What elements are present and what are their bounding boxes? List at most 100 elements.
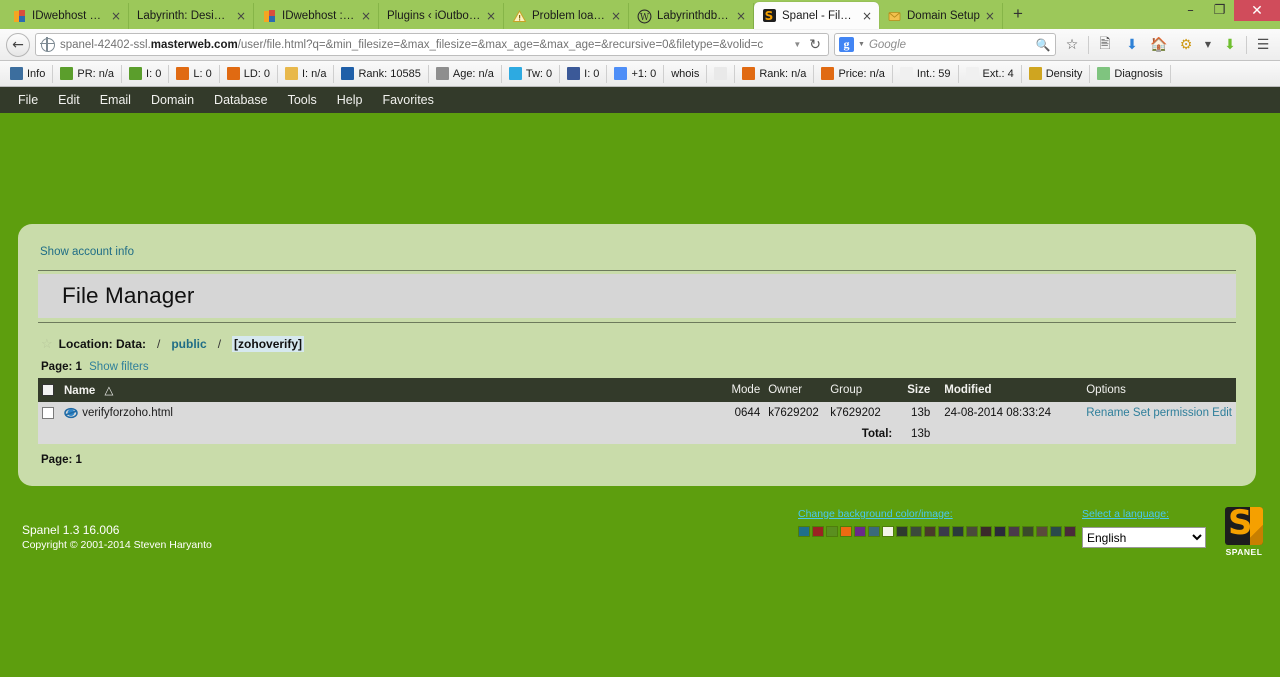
background-swatch-15[interactable] [1008, 526, 1020, 537]
browser-tab-1[interactable]: IDwebhost We... × [4, 3, 129, 29]
seo-item-10[interactable]: +1: 0 [607, 64, 665, 83]
column-header-group[interactable]: Group [826, 378, 897, 402]
reader-icon[interactable]: 🖹 [1094, 33, 1116, 57]
seo-item-15[interactable]: Int.: 59 [893, 64, 959, 83]
show-filters-link[interactable]: Show filters [89, 361, 148, 373]
browser-tab-8[interactable]: Domain Setup × [879, 3, 1003, 29]
column-header-owner[interactable]: Owner [764, 378, 827, 402]
seo-item-3[interactable]: L: 0 [169, 64, 220, 83]
background-swatch-5[interactable] [868, 526, 880, 537]
background-swatch-12[interactable] [966, 526, 978, 537]
chevron-down-icon[interactable]: ▼ [1202, 40, 1214, 49]
column-header-modified[interactable]: Modified [934, 378, 1075, 402]
background-swatch-10[interactable] [938, 526, 950, 537]
browser-tab-4-close-icon[interactable]: × [486, 10, 496, 22]
background-swatch-11[interactable] [952, 526, 964, 537]
set-permission-link[interactable]: Set permission [1133, 407, 1209, 419]
seo-item-18[interactable]: Diagnosis [1090, 64, 1171, 83]
background-swatch-16[interactable] [1022, 526, 1034, 537]
background-swatch-17[interactable] [1036, 526, 1048, 537]
browser-tab-5-close-icon[interactable]: × [611, 10, 621, 22]
seo-item-5[interactable]: I: n/a [278, 64, 335, 83]
seo-item-0[interactable]: Info [3, 64, 54, 83]
seo-item-7[interactable]: Age: n/a [429, 64, 502, 83]
browser-tab-2[interactable]: Labyrinth: Design a... × [129, 3, 254, 29]
seo-item-12[interactable] [707, 64, 736, 83]
chevron-down-icon[interactable]: ▼ [858, 41, 865, 48]
favorite-star-icon[interactable]: ☆ [41, 336, 53, 352]
downloads-icon[interactable]: ⬇ [1121, 37, 1143, 53]
rename-link[interactable]: Rename [1086, 407, 1129, 419]
new-tab-button[interactable]: + [1003, 5, 1033, 24]
browser-tab-1-close-icon[interactable]: × [111, 10, 121, 22]
column-header-mode[interactable]: Mode [718, 378, 765, 402]
seo-item-16[interactable]: Ext.: 4 [959, 64, 1022, 83]
chevron-down-icon[interactable]: ▼ [790, 40, 804, 49]
bookmark-star-icon[interactable]: ☆ [1061, 37, 1083, 53]
background-swatch-0[interactable] [798, 526, 810, 537]
menu-item-email[interactable]: Email [90, 87, 141, 113]
menu-icon[interactable]: ☰ [1252, 37, 1274, 53]
menu-item-database[interactable]: Database [204, 87, 278, 113]
background-swatch-7[interactable] [896, 526, 908, 537]
browser-tab-5[interactable]: Problem loadi... × [504, 3, 629, 29]
edit-link[interactable]: Edit [1212, 407, 1232, 419]
seo-item-13[interactable]: Rank: n/a [735, 64, 815, 83]
seo-item-8[interactable]: Tw: 0 [502, 64, 561, 83]
column-header-name[interactable]: Name △ [60, 378, 719, 402]
seo-item-17[interactable]: Density [1022, 64, 1091, 83]
menu-item-domain[interactable]: Domain [141, 87, 204, 113]
browser-tab-3[interactable]: IDwebhost :: H... × [254, 3, 379, 29]
search-bar[interactable]: g ▼ Google 🔍 [834, 33, 1056, 56]
menu-item-tools[interactable]: Tools [278, 87, 327, 113]
row-checkbox[interactable] [42, 406, 54, 419]
file-name-link[interactable]: verifyforzoho.html [82, 407, 173, 419]
browser-tab-7-close-icon[interactable]: × [862, 10, 872, 22]
browser-tab-2-close-icon[interactable]: × [236, 10, 246, 22]
select-language-link[interactable]: Select a language: [1082, 508, 1169, 520]
url-bar[interactable]: spanel-42402-ssl.masterweb.com/user/file… [35, 33, 829, 56]
column-header-size[interactable]: Size [896, 378, 935, 402]
window-close-button[interactable]: ✕ [1234, 0, 1280, 21]
background-swatch-8[interactable] [910, 526, 922, 537]
background-swatch-1[interactable] [812, 526, 824, 537]
reload-icon[interactable]: ↻ [809, 37, 823, 53]
menu-item-favorites[interactable]: Favorites [372, 87, 443, 113]
background-swatch-9[interactable] [924, 526, 936, 537]
browser-tab-3-close-icon[interactable]: × [361, 10, 371, 22]
window-restore-button[interactable]: ❐ [1205, 0, 1234, 21]
seo-item-11[interactable]: whois [664, 64, 708, 83]
home-icon[interactable]: 🏠 [1148, 37, 1170, 53]
select-all-checkbox[interactable] [42, 383, 54, 396]
addon-gear-icon[interactable]: ⚙ [1175, 37, 1197, 53]
background-swatch-19[interactable] [1064, 526, 1076, 537]
browser-tab-6-close-icon[interactable]: × [736, 10, 746, 22]
change-background-link[interactable]: Change background color/image: [798, 508, 953, 520]
search-icon[interactable]: 🔍 [1035, 38, 1051, 52]
background-swatch-2[interactable] [826, 526, 838, 537]
menu-item-file[interactable]: File [8, 87, 48, 113]
background-swatch-6[interactable] [882, 526, 894, 537]
window-minimize-button[interactable]: – [1176, 0, 1205, 21]
browser-tab-8-close-icon[interactable]: × [985, 10, 995, 22]
seo-item-6[interactable]: Rank: 10585 [334, 64, 429, 83]
seo-item-9[interactable]: I: 0 [560, 64, 608, 83]
browser-tab-6[interactable]: W Labyrinthdb.c... × [629, 3, 754, 29]
browser-tab-7-active[interactable]: S Spanel - File M... × [754, 2, 879, 29]
background-swatch-13[interactable] [980, 526, 992, 537]
search-input[interactable]: Google [869, 39, 1031, 51]
background-swatch-14[interactable] [994, 526, 1006, 537]
breadcrumb-item-public[interactable]: public [171, 337, 206, 351]
show-account-info-link[interactable]: Show account info [40, 246, 134, 258]
background-swatch-4[interactable] [854, 526, 866, 537]
background-swatch-18[interactable] [1050, 526, 1062, 537]
download-helper-icon[interactable]: ⬇ [1219, 37, 1241, 53]
background-swatch-3[interactable] [840, 526, 852, 537]
back-icon[interactable]: ← [6, 32, 30, 57]
seo-item-4[interactable]: LD: 0 [220, 64, 278, 83]
seo-item-2[interactable]: I: 0 [122, 64, 170, 83]
table-row[interactable]: verifyforzoho.html 0644 k7629202 k762920… [38, 402, 1236, 424]
menu-item-edit[interactable]: Edit [48, 87, 90, 113]
language-select[interactable]: English [1082, 527, 1206, 548]
menu-item-help[interactable]: Help [327, 87, 373, 113]
